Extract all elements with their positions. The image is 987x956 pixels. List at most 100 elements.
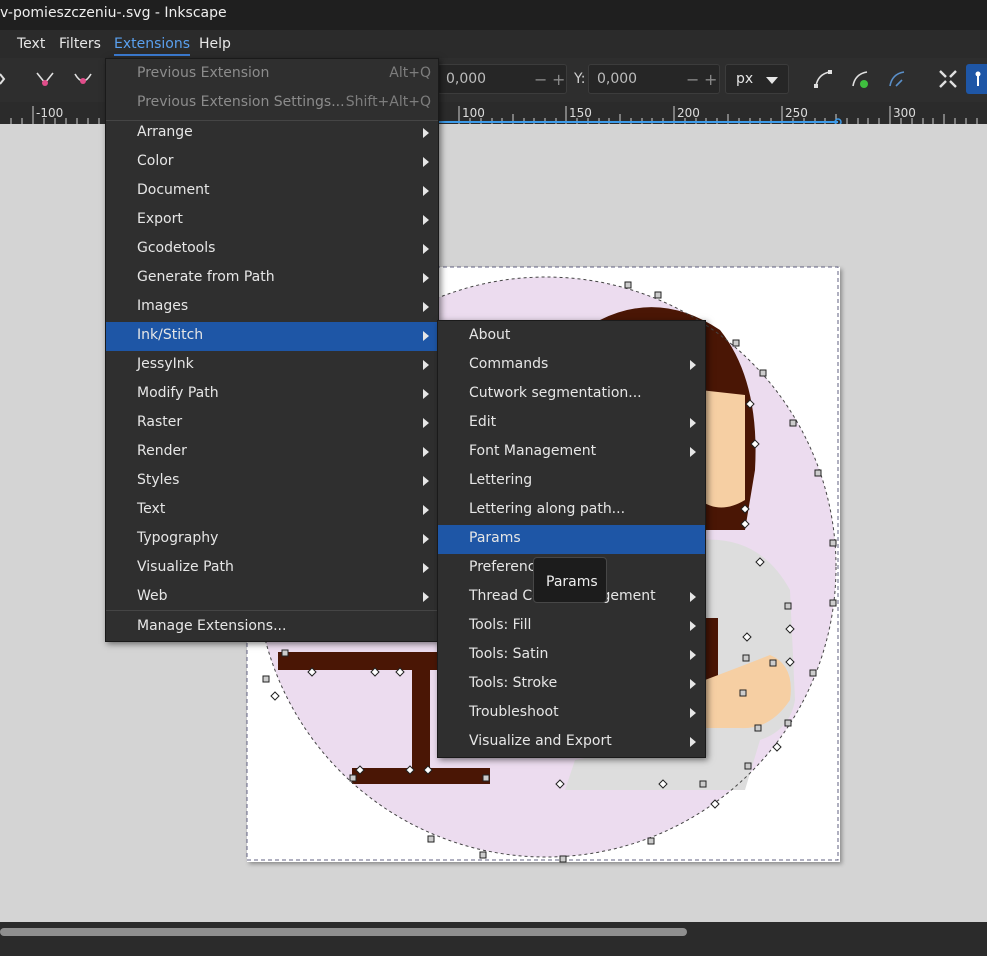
- chevron-right-icon: [423, 563, 429, 573]
- unit-select[interactable]: px: [725, 64, 789, 94]
- chevron-right-icon: [423, 244, 429, 254]
- ruler-label: 150: [569, 106, 592, 120]
- menu-item-render[interactable]: Render: [106, 438, 438, 467]
- y-increment-button[interactable]: +: [704, 70, 717, 89]
- inkstitch-submenu: About Commands Cutwork segmentation... E…: [437, 320, 706, 758]
- menu-item-manage-extensions[interactable]: Manage Extensions...: [106, 613, 438, 642]
- menu-item-web[interactable]: Web: [106, 583, 438, 612]
- title-bar: v-pomieszczeniu-.svg - Inkscape: [0, 0, 987, 30]
- chevron-right-icon: [690, 592, 696, 602]
- chevron-right-icon: [690, 447, 696, 457]
- magnet-icon: [975, 71, 981, 86]
- submenu-item-troubleshoot[interactable]: Troubleshoot: [438, 699, 705, 728]
- menu-item-previous-extension-settings: Previous Extension Settings... Shift+Alt+…: [137, 94, 431, 110]
- chevron-right-icon: [423, 157, 429, 167]
- chevron-right-icon: [423, 447, 429, 457]
- chevron-right-icon: [690, 650, 696, 660]
- table-leg: [412, 670, 430, 770]
- clip-path-icon[interactable]: [886, 68, 908, 90]
- chevron-right-icon: [423, 476, 429, 486]
- menu-item-gcodetools[interactable]: Gcodetools: [106, 235, 438, 264]
- menu-item-styles[interactable]: Styles: [106, 467, 438, 496]
- menu-item-arrange[interactable]: Arrange: [106, 119, 438, 148]
- menu-item-inkstitch[interactable]: Ink/Stitch: [106, 322, 438, 351]
- extensions-menu: Previous Extension Alt+Q Previous Extensi…: [105, 58, 439, 642]
- submenu-item-tools-stroke[interactable]: Tools: Stroke: [438, 670, 705, 699]
- chevron-right-icon: [423, 592, 429, 602]
- x-coordinate-field[interactable]: 0,000 − +: [437, 64, 567, 94]
- x-decrement-button[interactable]: −: [534, 70, 547, 89]
- horizontal-scrollbar[interactable]: [0, 928, 687, 936]
- tooltip-text: Params: [546, 574, 598, 590]
- path-effect-icon[interactable]: [849, 68, 871, 90]
- menu-item-visualize-path[interactable]: Visualize Path: [106, 554, 438, 583]
- submenu-item-lettering-along-path[interactable]: Lettering along path...: [438, 496, 705, 525]
- menu-item-export[interactable]: Export: [106, 206, 438, 235]
- x-value: 0,000: [446, 71, 487, 87]
- chevron-right-icon: [423, 505, 429, 515]
- cusp-node-icon[interactable]: [34, 68, 56, 90]
- tooltip: Params: [533, 557, 607, 603]
- table-base: [352, 768, 490, 784]
- table-top: [278, 652, 448, 670]
- chevron-right-icon: [423, 389, 429, 399]
- chevron-right-icon: [690, 621, 696, 631]
- submenu-item-lettering[interactable]: Lettering: [438, 467, 705, 496]
- chevron-right-icon: [423, 215, 429, 225]
- menu-item-generate-from-path[interactable]: Generate from Path: [106, 264, 438, 293]
- submenu-item-cutwork-segmentation[interactable]: Cutwork segmentation...: [438, 380, 705, 409]
- chevron-right-icon: [423, 273, 429, 283]
- chevron-right-icon: [690, 418, 696, 428]
- menu-item-images[interactable]: Images: [106, 293, 438, 322]
- menu-item-jessyink[interactable]: JessyInk: [106, 351, 438, 380]
- menu-item-text[interactable]: Text: [106, 496, 438, 525]
- submenu-item-commands[interactable]: Commands: [438, 351, 705, 380]
- menu-item-document[interactable]: Document: [106, 177, 438, 206]
- y-coordinate-field[interactable]: 0,000 − +: [588, 64, 720, 94]
- ruler-label: -100: [36, 106, 64, 120]
- ruler-label: 300: [893, 106, 916, 120]
- chevron-right-icon: [690, 737, 696, 747]
- chevron-right-icon: [423, 302, 429, 312]
- submenu-item-visualize-and-export[interactable]: Visualize and Export: [438, 728, 705, 757]
- submenu-item-font-management[interactable]: Font Management: [438, 438, 705, 467]
- face-shape: [700, 390, 745, 508]
- y-value: 0,000: [597, 71, 638, 87]
- chevron-right-icon: [690, 708, 696, 718]
- chevron-down-icon: [766, 77, 778, 84]
- menu-item-typography[interactable]: Typography: [106, 525, 438, 554]
- y-label: Y:: [574, 71, 586, 87]
- chevron-right-icon: [690, 679, 696, 689]
- show-handles-icon[interactable]: [812, 68, 834, 90]
- submenu-item-tools-satin[interactable]: Tools: Satin: [438, 641, 705, 670]
- unit-value: px: [736, 71, 754, 87]
- x-increment-button[interactable]: +: [552, 70, 565, 89]
- snap-toggle-button[interactable]: [966, 64, 987, 94]
- y-decrement-button[interactable]: −: [686, 70, 699, 89]
- menu-text[interactable]: Text: [17, 36, 45, 52]
- menu-item-modify-path[interactable]: Modify Path: [106, 380, 438, 409]
- menu-item-raster[interactable]: Raster: [106, 409, 438, 438]
- ruler-label: 100: [462, 106, 485, 120]
- menu-help[interactable]: Help: [199, 36, 231, 52]
- window-title: v-pomieszczeniu-.svg - Inkscape: [0, 5, 227, 21]
- menu-extensions[interactable]: Extensions: [114, 36, 191, 56]
- chevron-right-icon: [423, 360, 429, 370]
- chevron-right-icon: [423, 331, 429, 341]
- menu-item-previous-extension: Previous Extension Alt+Q: [137, 65, 431, 81]
- chevron-right-icon: [690, 360, 696, 370]
- ruler-label: 250: [785, 106, 808, 120]
- submenu-item-tools-fill[interactable]: Tools: Fill: [438, 612, 705, 641]
- smooth-node-icon[interactable]: [72, 68, 94, 90]
- submenu-item-about[interactable]: About: [438, 322, 705, 351]
- menu-item-color[interactable]: Color: [106, 148, 438, 177]
- menu-bar: Text Filters Extensions Help: [0, 30, 987, 58]
- chevron-right-icon: [423, 418, 429, 428]
- tool-partial-icon[interactable]: [0, 68, 22, 90]
- chevron-right-icon: [423, 128, 429, 138]
- zoom-fit-icon[interactable]: [937, 68, 959, 90]
- menu-filters[interactable]: Filters: [59, 36, 101, 52]
- ruler-label: 200: [677, 106, 700, 120]
- submenu-item-edit[interactable]: Edit: [438, 409, 705, 438]
- submenu-item-params[interactable]: Params: [438, 525, 705, 554]
